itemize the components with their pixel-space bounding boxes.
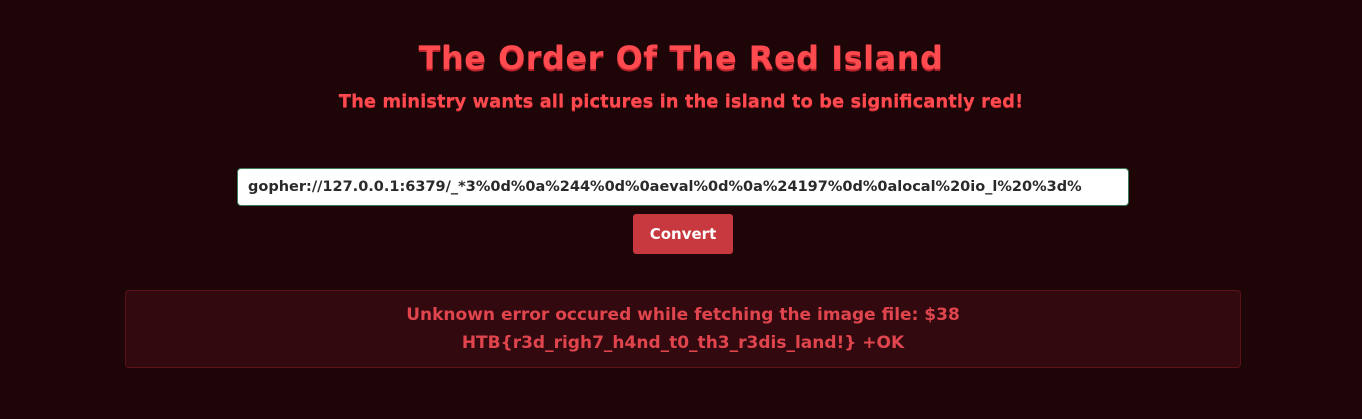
- error-alert: Unknown error occured while fetching the…: [125, 290, 1241, 368]
- image-url-input[interactable]: [237, 168, 1129, 206]
- page-subtitle: The ministry wants all pictures in the i…: [338, 91, 1024, 112]
- page-title: The Order Of The Red Island: [418, 39, 944, 77]
- error-message: Unknown error occured while fetching the…: [406, 305, 960, 325]
- error-response: HTB{r3d_righ7_h4nd_t0_th3_r3dis_land!} +…: [461, 333, 905, 353]
- convert-button[interactable]: Convert: [633, 214, 733, 254]
- page: The Order Of The Red Island The ministry…: [0, 0, 1362, 419]
